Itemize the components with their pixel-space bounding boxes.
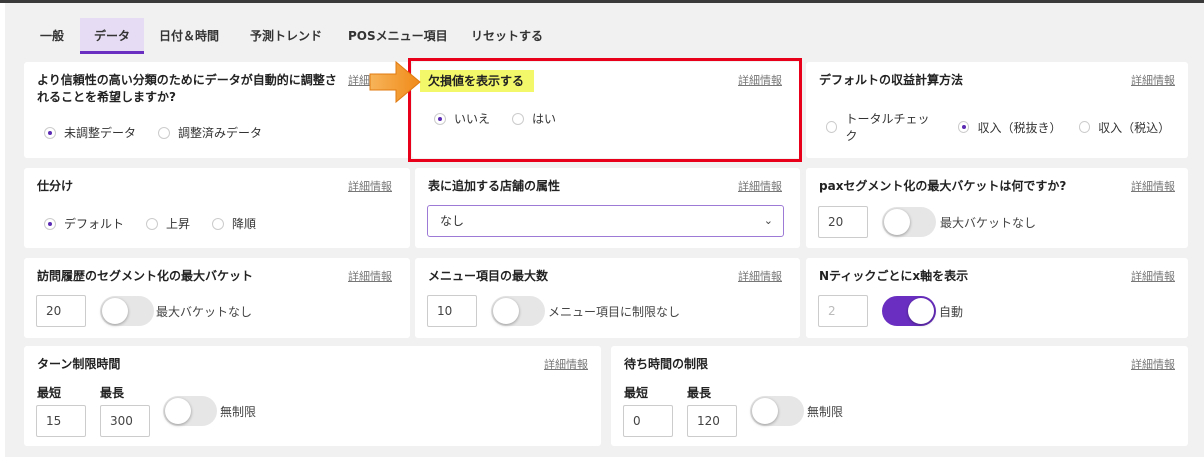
pax-bucket-title: paxセグメント化の最大バケットは何ですか? bbox=[819, 179, 1067, 193]
select-value: なし bbox=[440, 214, 465, 228]
visit-bucket-input[interactable]: 20 bbox=[36, 295, 86, 327]
wait-limit-card: 待ち時間の制限 詳細情報 最短 最長 0 120 無制限 bbox=[611, 346, 1188, 446]
toggle-knob bbox=[165, 398, 191, 424]
default-revenue-title: デフォルトの収益計算方法 bbox=[819, 73, 964, 87]
default-revenue-card: デフォルトの収益計算方法 詳細情報 トータルチェック 収入（税抜き） 収入（税込… bbox=[806, 62, 1188, 158]
toggle-knob bbox=[908, 298, 934, 324]
visit-bucket-detail-link[interactable]: 詳細情報 bbox=[348, 268, 392, 284]
radio-label: 未調整データ bbox=[64, 126, 137, 140]
store-attr-title: 表に追加する店舗の属性 bbox=[428, 179, 561, 193]
radio-label: トータルチェック bbox=[845, 112, 930, 143]
pax-bucket-toggle-label: 最大バケットなし bbox=[940, 216, 1037, 230]
radio-descending[interactable]: 降順 bbox=[212, 215, 256, 232]
sort-card: 仕分け 詳細情報 デフォルト 上昇 降順 bbox=[24, 168, 410, 248]
sort-detail-link[interactable]: 詳細情報 bbox=[348, 178, 392, 194]
wait-limit-min-input[interactable]: 0 bbox=[623, 405, 673, 437]
radio-unchecked-icon bbox=[212, 217, 225, 230]
highlight-box bbox=[408, 58, 802, 162]
tab-forecast-trend[interactable]: 予測トレンド bbox=[250, 18, 322, 54]
tab-reset[interactable]: リセットする bbox=[471, 18, 543, 54]
wait-limit-title: 待ち時間の制限 bbox=[624, 357, 709, 371]
visit-bucket-toggle-label: 最大バケットなし bbox=[156, 305, 253, 319]
nth-tick-title: Nティックごとにx軸を表示 bbox=[819, 269, 969, 283]
tab-date-time[interactable]: 日付＆時間 bbox=[159, 18, 219, 54]
auto-adjust-title: より信頼性の高い分類のためにデータが自動的に調整されることを希望しますか? bbox=[37, 73, 337, 104]
nth-tick-toggle[interactable] bbox=[882, 296, 936, 326]
wait-limit-detail-link[interactable]: 詳細情報 bbox=[1131, 356, 1175, 372]
radio-label: 調整済みデータ bbox=[178, 126, 263, 140]
radio-unadjusted[interactable]: 未調整データ bbox=[44, 124, 136, 141]
radio-total-check[interactable]: トータルチェック bbox=[826, 110, 936, 144]
radio-revenue-excl-tax[interactable]: 収入（税抜き） bbox=[958, 119, 1062, 136]
orange-arrow-icon bbox=[369, 60, 421, 104]
radio-default[interactable]: デフォルト bbox=[44, 215, 124, 232]
radio-label: デフォルト bbox=[64, 217, 125, 231]
chevron-down-icon: ⌄ bbox=[763, 214, 773, 227]
radio-ascending[interactable]: 上昇 bbox=[146, 215, 190, 232]
tab-data[interactable]: データ bbox=[80, 18, 145, 54]
wait-limit-min-label: 最短 bbox=[624, 386, 649, 400]
turn-limit-min-input[interactable]: 15 bbox=[36, 405, 86, 437]
toggle-knob bbox=[752, 398, 778, 424]
default-revenue-radio-group: トータルチェック 収入（税抜き） 収入（税込） bbox=[826, 110, 1188, 144]
tab-pos-menu-items[interactable]: POSメニュー項目 bbox=[348, 18, 448, 54]
wait-limit-toggle-label: 無制限 bbox=[807, 405, 844, 419]
radio-unchecked-icon bbox=[826, 121, 838, 133]
wait-limit-max-label: 最長 bbox=[687, 386, 712, 400]
nth-tick-card: Nティックごとにx軸を表示 詳細情報 2 自動 bbox=[806, 258, 1188, 338]
sort-title: 仕分け bbox=[37, 179, 74, 193]
radio-label: 収入（税抜き） bbox=[977, 120, 1062, 135]
toggle-knob bbox=[884, 209, 910, 235]
pax-bucket-card: paxセグメント化の最大バケットは何ですか? 詳細情報 20 最大バケットなし bbox=[806, 168, 1188, 248]
radio-checked-icon bbox=[44, 126, 56, 139]
nth-tick-toggle-label: 自動 bbox=[939, 305, 964, 319]
nth-tick-input[interactable]: 2 bbox=[818, 295, 868, 327]
turn-limit-max-label: 最長 bbox=[100, 386, 125, 400]
pax-bucket-input[interactable]: 20 bbox=[818, 206, 868, 238]
store-attr-select[interactable]: なし ⌄ bbox=[427, 205, 784, 237]
visit-bucket-toggle[interactable] bbox=[100, 296, 154, 326]
turn-limit-toggle[interactable] bbox=[163, 396, 217, 426]
sort-radio-group: デフォルト 上昇 降順 bbox=[44, 215, 278, 232]
visit-bucket-card: 訪問履歴のセグメント化の最大バケット 詳細情報 20 最大バケットなし bbox=[24, 258, 410, 338]
menu-max-title: メニュー項目の最大数 bbox=[428, 269, 549, 283]
turn-limit-toggle-label: 無制限 bbox=[220, 405, 257, 419]
wait-limit-max-input[interactable]: 120 bbox=[687, 405, 737, 437]
turn-limit-card: ターン制限時間 詳細情報 最短 最長 15 300 無制限 bbox=[24, 346, 601, 446]
toggle-knob bbox=[493, 298, 519, 324]
nth-tick-detail-link[interactable]: 詳細情報 bbox=[1131, 268, 1175, 284]
turn-limit-max-input[interactable]: 300 bbox=[100, 405, 150, 437]
store-attr-card: 表に追加する店舗の属性 詳細情報 なし ⌄ bbox=[415, 168, 800, 248]
menu-max-input[interactable]: 10 bbox=[427, 295, 477, 327]
radio-label: 上昇 bbox=[166, 217, 191, 231]
radio-adjusted[interactable]: 調整済みデータ bbox=[158, 124, 262, 141]
radio-revenue-incl-tax[interactable]: 収入（税込） bbox=[1078, 119, 1171, 136]
radio-label: 降順 bbox=[232, 217, 257, 231]
menu-max-toggle[interactable] bbox=[491, 296, 545, 326]
tab-general[interactable]: 一般 bbox=[40, 18, 64, 54]
radio-unchecked-icon bbox=[158, 126, 171, 139]
pax-bucket-toggle[interactable] bbox=[882, 207, 936, 237]
toggle-knob bbox=[102, 298, 128, 324]
menu-max-toggle-label: メニュー項目に制限なし bbox=[548, 305, 681, 319]
turn-limit-min-label: 最短 bbox=[37, 386, 62, 400]
auto-adjust-radio-group: 未調整データ 調整済みデータ bbox=[44, 124, 284, 141]
radio-checked-icon bbox=[958, 121, 970, 133]
visit-bucket-title: 訪問履歴のセグメント化の最大バケット bbox=[37, 269, 254, 283]
radio-checked-icon bbox=[44, 217, 56, 230]
radio-unchecked-icon bbox=[146, 217, 159, 230]
turn-limit-detail-link[interactable]: 詳細情報 bbox=[544, 356, 588, 372]
radio-unchecked-icon bbox=[1078, 121, 1091, 133]
wait-limit-toggle[interactable] bbox=[750, 396, 804, 426]
menu-max-card: メニュー項目の最大数 詳細情報 10 メニュー項目に制限なし bbox=[415, 258, 800, 338]
radio-label: 収入（税込） bbox=[1098, 120, 1171, 135]
pax-bucket-detail-link[interactable]: 詳細情報 bbox=[1131, 178, 1175, 194]
default-revenue-detail-link[interactable]: 詳細情報 bbox=[1131, 72, 1175, 88]
auto-adjust-card: より信頼性の高い分類のためにデータが自動的に調整されることを希望しますか? 詳細… bbox=[24, 62, 410, 158]
turn-limit-title: ターン制限時間 bbox=[37, 357, 121, 371]
store-attr-detail-link[interactable]: 詳細情報 bbox=[738, 178, 782, 194]
menu-max-detail-link[interactable]: 詳細情報 bbox=[738, 268, 782, 284]
